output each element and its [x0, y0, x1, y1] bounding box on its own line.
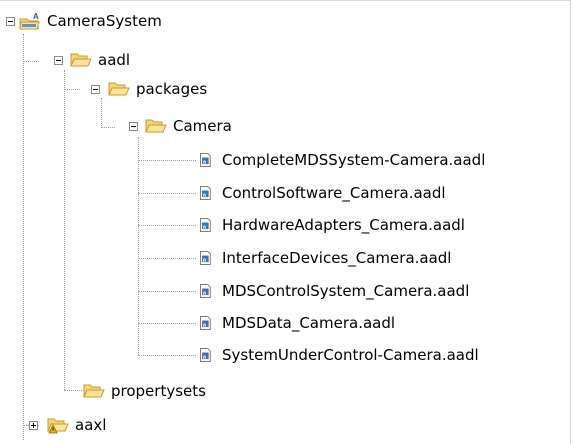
- tree-item-label: aaxl: [75, 416, 107, 434]
- tree-item-file[interactable]: a MDSData_Camera.aadl: [198, 312, 395, 334]
- tree-guide: [64, 70, 65, 390]
- tree-guide: [138, 355, 196, 356]
- tree-item-file[interactable]: a CompleteMDSSystem-Camera.aadl: [198, 149, 485, 171]
- tree-item-label: CompleteMDSSystem-Camera.aadl: [222, 151, 486, 169]
- tree-guide: [23, 61, 39, 62]
- tree-guide: [138, 291, 196, 292]
- tree-guide: [138, 258, 196, 259]
- tree-guide: [101, 127, 115, 128]
- tree-guide: [23, 34, 24, 440]
- tree-item-packages[interactable]: packages: [108, 78, 207, 100]
- tree-guide: [64, 390, 82, 391]
- tree-item-aadl[interactable]: aadl: [70, 49, 130, 71]
- tree-item-label: packages: [136, 80, 208, 98]
- tree-guide: [138, 323, 196, 324]
- tree-item-label: HardwareAdapters_Camera.aadl: [222, 216, 465, 234]
- collapse-toggle[interactable]: [54, 56, 63, 65]
- tree-guide: [64, 89, 80, 90]
- folder-warning-icon: [47, 418, 69, 434]
- aadl-file-icon: a: [200, 218, 211, 232]
- tree-item-label: MDSData_Camera.aadl: [222, 314, 396, 332]
- svg-text:A: A: [33, 12, 39, 21]
- tree-guide: [138, 225, 196, 226]
- tree-guide: [138, 193, 196, 194]
- tree-item-file[interactable]: a MDSControlSystem_Camera.aadl: [198, 280, 469, 302]
- aadl-file-icon: a: [200, 153, 211, 167]
- tree-item-label: Camera: [173, 117, 232, 135]
- folder-open-icon: [83, 384, 105, 398]
- tree-item-file[interactable]: a SystemUnderControl-Camera.aadl: [198, 344, 479, 366]
- aadl-file-icon: a: [200, 186, 211, 200]
- tree-item-file[interactable]: a HardwareAdapters_Camera.aadl: [198, 214, 465, 236]
- tree-item-label: aadl: [98, 51, 131, 69]
- tree-item-propertysets[interactable]: propertysets: [83, 380, 206, 402]
- aadl-file-icon: a: [200, 284, 211, 298]
- collapse-toggle[interactable]: [91, 85, 100, 94]
- aadl-file-icon: a: [200, 316, 211, 330]
- project-explorer-tree: A CameraSystem aadl packages Camera a Co…: [0, 0, 571, 444]
- tree-item-camera[interactable]: Camera: [145, 115, 232, 137]
- tree-item-file[interactable]: a ControlSoftware_Camera.aadl: [198, 182, 446, 204]
- tree-item-label: ControlSoftware_Camera.aadl: [222, 184, 446, 202]
- tree-item-label: SystemUnderControl-Camera.aadl: [222, 346, 479, 364]
- collapse-toggle[interactable]: [129, 122, 138, 131]
- tree-item-file[interactable]: a InterfaceDevices_Camera.aadl: [198, 247, 451, 269]
- folder-open-icon: [108, 82, 130, 96]
- tree-item-aaxl[interactable]: aaxl: [47, 414, 106, 436]
- tree-item-label: propertysets: [111, 382, 206, 400]
- collapse-toggle[interactable]: [6, 17, 15, 26]
- expand-toggle[interactable]: [29, 421, 38, 430]
- tree-guide: [138, 160, 196, 161]
- folder-open-icon: [145, 119, 167, 133]
- top-border: [0, 0, 570, 1]
- project-icon: A: [19, 12, 40, 30]
- folder-open-icon: [70, 53, 92, 67]
- tree-item-label: MDSControlSystem_Camera.aadl: [222, 282, 470, 300]
- aadl-file-icon: a: [200, 348, 211, 362]
- tree-item-camerasystem[interactable]: A CameraSystem: [19, 10, 162, 32]
- tree-guide: [101, 98, 102, 128]
- tree-item-label: InterfaceDevices_Camera.aadl: [222, 249, 452, 267]
- tree-item-label: CameraSystem: [47, 12, 162, 30]
- aadl-file-icon: a: [200, 251, 211, 265]
